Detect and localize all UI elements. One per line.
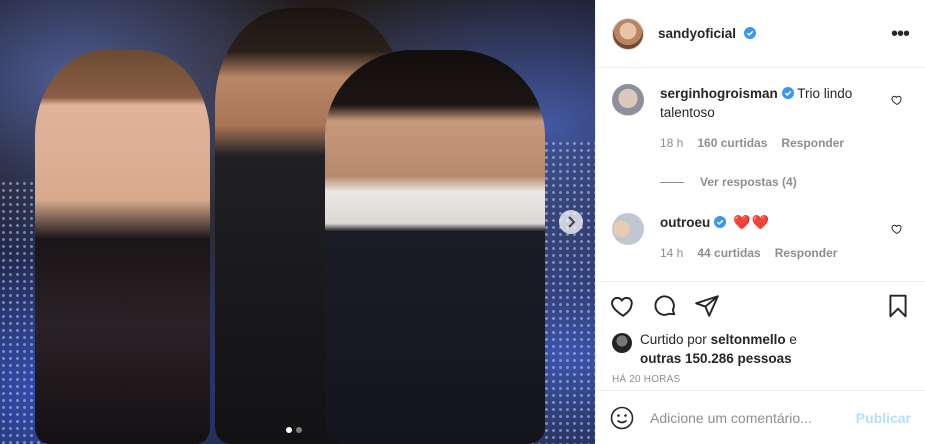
post-header: sandyoficial •••	[596, 0, 925, 68]
post-actions-bar	[596, 282, 925, 330]
comment-age[interactable]: 14 h	[660, 244, 683, 263]
share-icon[interactable]	[694, 293, 720, 319]
likes-text: Curtido por seltonmello e outras 150.286…	[640, 330, 797, 368]
comment-input[interactable]	[650, 409, 850, 426]
replies-divider-line	[660, 181, 684, 183]
likes-summary: Curtido por seltonmello e outras 150.286…	[596, 330, 925, 368]
verified-badge-icon	[714, 216, 727, 228]
publish-button[interactable]: Publicar	[856, 410, 911, 426]
carousel-dot	[296, 427, 302, 433]
comment-likes[interactable]: 44 curtidas	[697, 244, 760, 263]
instagram-post: sandyoficial ••• serginhogroisman Trio l…	[0, 0, 925, 444]
more-options-icon[interactable]: •••	[891, 24, 910, 44]
emoji-icon[interactable]	[610, 406, 634, 430]
comment-text: ❤️❤️	[733, 214, 770, 230]
commenter-username[interactable]: serginhogroisman	[660, 86, 778, 101]
photo-person-right	[325, 50, 545, 444]
liker-username[interactable]: seltonmello	[711, 332, 786, 347]
heart-icon[interactable]	[610, 293, 636, 319]
post-photo[interactable]	[0, 0, 595, 444]
comment-age[interactable]: 18 h	[660, 134, 683, 153]
post-timestamp[interactable]: HÁ 20 HORAS	[596, 368, 925, 385]
post-side-panel: sandyoficial ••• serginhogroisman Trio l…	[595, 0, 925, 444]
comment-likes[interactable]: 160 curtidas	[697, 134, 767, 153]
carousel-indicator	[286, 427, 302, 433]
comment-item: serginhogroisman Trio lindo talentoso 18…	[612, 84, 909, 153]
add-comment-bar: Publicar	[596, 390, 925, 444]
commenter-avatar[interactable]	[612, 213, 644, 245]
chevron-right-icon	[568, 216, 576, 228]
likes-prefix: Curtido por	[640, 332, 707, 347]
photo-person-left	[35, 50, 210, 444]
comment-icon[interactable]	[652, 293, 678, 319]
comments-list: serginhogroisman Trio lindo talentoso 18…	[596, 68, 925, 282]
reply-button[interactable]: Responder	[775, 244, 838, 263]
comment-item: outroeu ❤️❤️ 14 h 44 curtidas Responder	[612, 213, 909, 263]
likes-conjunction: e	[789, 332, 797, 347]
commenter-username[interactable]: outroeu	[660, 215, 710, 230]
reply-button[interactable]: Responder	[781, 134, 844, 153]
comment-like-heart-icon[interactable]	[891, 94, 903, 106]
verified-badge-icon	[781, 87, 794, 99]
bookmark-icon[interactable]	[885, 293, 911, 319]
carousel-dot-active	[286, 427, 292, 433]
comment-meta: 18 h 160 curtidas Responder	[660, 134, 880, 153]
carousel-next-button[interactable]	[559, 210, 583, 234]
comment-body: serginhogroisman Trio lindo talentoso 18…	[660, 84, 880, 153]
comment-body: outroeu ❤️❤️ 14 h 44 curtidas Responder	[660, 213, 880, 263]
likes-others-link[interactable]: outras 150.286 pessoas	[640, 351, 792, 366]
author-avatar[interactable]	[612, 17, 644, 50]
commenter-avatar[interactable]	[612, 84, 644, 116]
verified-badge-icon	[743, 27, 756, 39]
author-username-text[interactable]: sandyoficial	[658, 26, 736, 41]
view-replies-button[interactable]: Ver respostas (4)	[660, 175, 909, 189]
comment-meta: 14 h 44 curtidas Responder	[660, 244, 880, 263]
author-username[interactable]: sandyoficial	[658, 26, 756, 41]
liker-avatar[interactable]	[612, 333, 632, 353]
view-replies-label[interactable]: Ver respostas (4)	[700, 175, 797, 189]
comment-like-heart-icon[interactable]	[891, 223, 903, 235]
